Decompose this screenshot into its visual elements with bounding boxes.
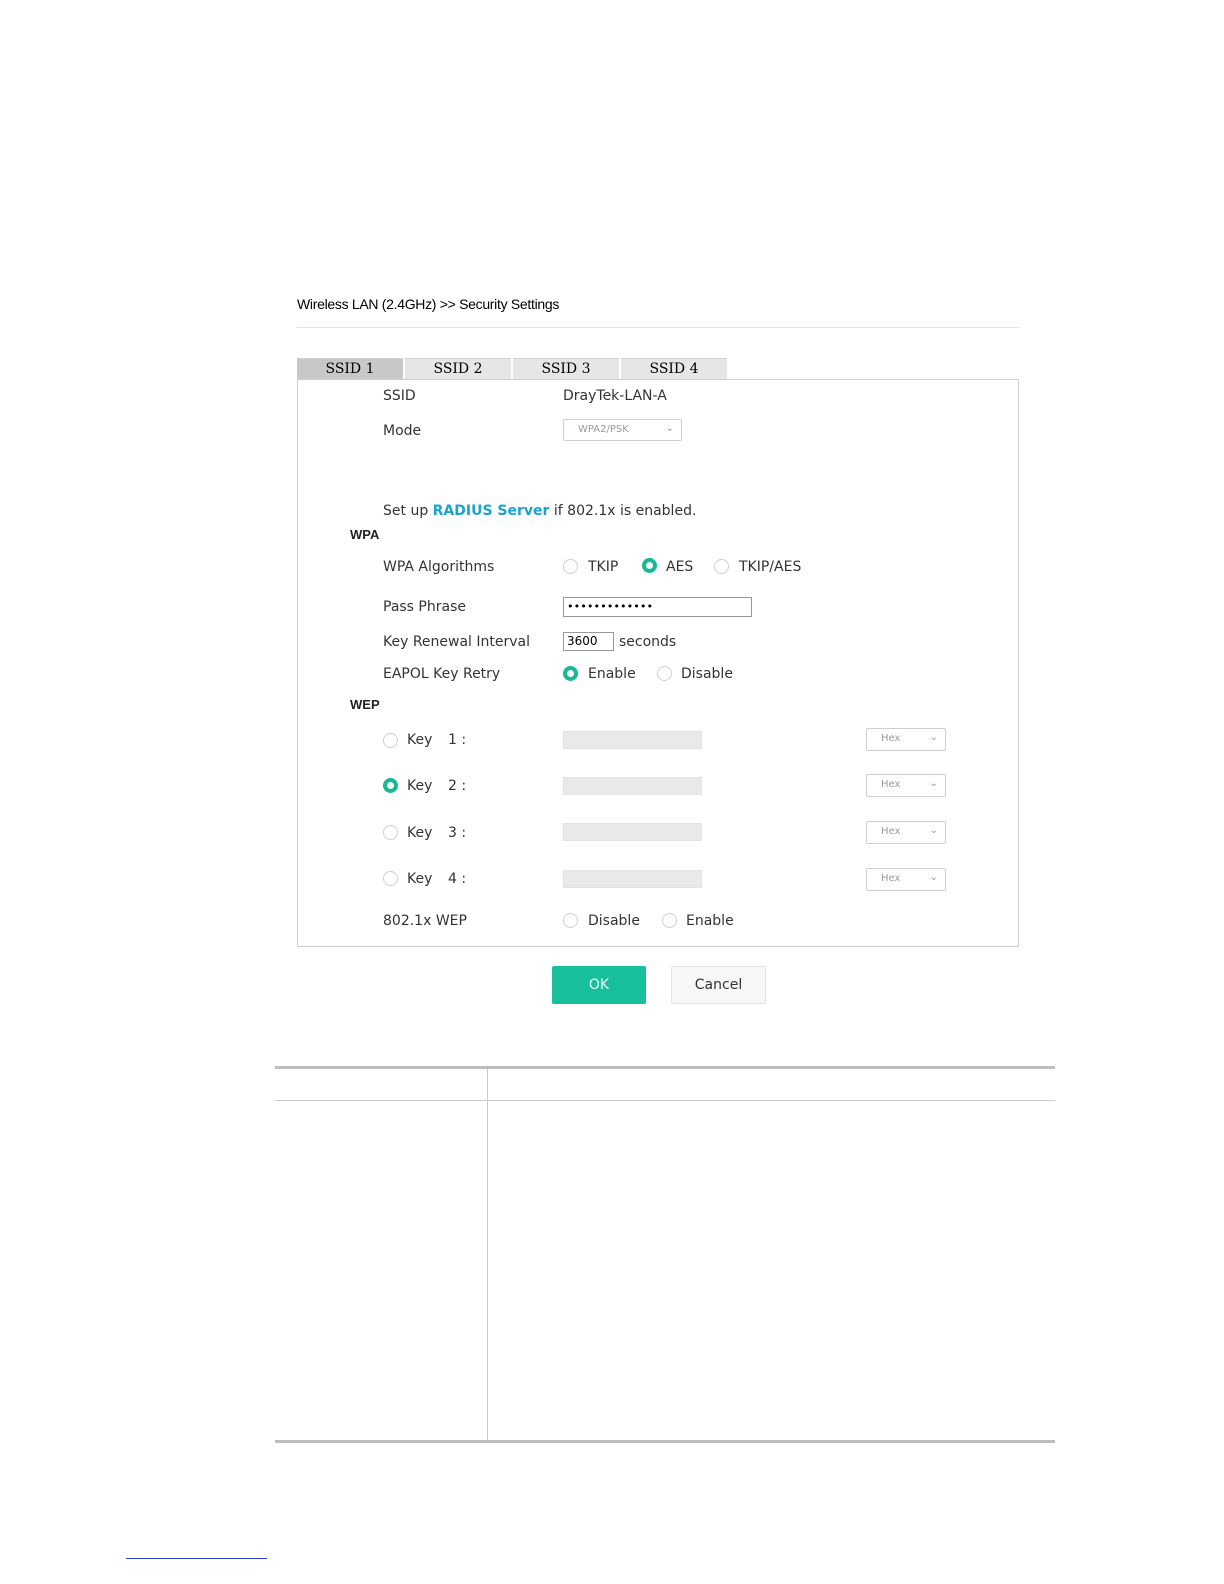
- eapol-enable-label: Enable: [588, 666, 636, 682]
- tab-ssid-4[interactable]: SSID 4: [621, 358, 727, 379]
- key-renewal-label: Key Renewal Interval: [383, 634, 531, 650]
- wep-key-1-label: Key: [407, 732, 433, 748]
- eapol-enable-radio[interactable]: [563, 666, 578, 681]
- chevron-down-icon: ⌄: [929, 778, 938, 789]
- aes-label: AES: [666, 559, 694, 575]
- wep-key-1-input[interactable]: [563, 731, 702, 749]
- wpa-algorithms-label: WPA Algorithms: [383, 559, 495, 575]
- eapol-label: EAPOL Key Retry: [383, 666, 501, 682]
- wep-key-1-format-value: Hex: [881, 733, 901, 744]
- wep-key-1-radio[interactable]: [383, 733, 398, 748]
- table-column-divider: [487, 1069, 488, 1441]
- aes-radio[interactable]: [642, 558, 657, 573]
- key-renewal-unit: seconds: [619, 634, 677, 650]
- tkip-label: TKIP: [588, 559, 619, 575]
- radius-note: Set up RADIUS Server if 802.1x is enable…: [383, 503, 696, 519]
- wep-8021x-disable-label: Disable: [588, 913, 640, 929]
- wep-key-4-label: Key: [407, 871, 433, 887]
- tab-ssid-3[interactable]: SSID 3: [513, 358, 619, 379]
- wep-key-3-format-value: Hex: [881, 826, 901, 837]
- wep-key-4-radio[interactable]: [383, 871, 398, 886]
- pass-phrase-input[interactable]: •••••••••••••: [563, 597, 752, 617]
- table-header-rule: [275, 1100, 1055, 1101]
- wep-key-4-input[interactable]: [563, 870, 702, 888]
- wep-key-2-format-value: Hex: [881, 779, 901, 790]
- wep-key-3-label: Key: [407, 825, 433, 841]
- eapol-disable-label: Disable: [681, 666, 733, 682]
- title-divider: [297, 327, 1019, 328]
- page-title: Wireless LAN (2.4GHz) >> Security Settin…: [297, 296, 560, 312]
- wep-key-2-format-select[interactable]: Hex ⌄: [866, 774, 946, 797]
- chevron-down-icon: ⌄: [929, 872, 938, 883]
- chevron-down-icon: ⌄: [665, 423, 674, 434]
- wep-8021x-label: 802.1x WEP: [383, 913, 467, 929]
- tab-ssid-1[interactable]: SSID 1: [297, 358, 403, 379]
- ssid-label: SSID: [383, 388, 416, 404]
- wep-key-4-index: 4 :: [448, 871, 467, 887]
- table-bottom-rule: [275, 1440, 1055, 1443]
- mode-label: Mode: [383, 423, 422, 439]
- wep-8021x-enable-label: Enable: [686, 913, 734, 929]
- tkip-aes-radio[interactable]: [714, 559, 729, 574]
- tkip-aes-label: TKIP/AES: [739, 559, 802, 575]
- footer-link-underline: [126, 1558, 267, 1559]
- settings-panel: [297, 379, 1019, 947]
- wep-key-1-index: 1 :: [448, 732, 467, 748]
- wep-8021x-disable-radio[interactable]: [563, 913, 578, 928]
- wep-key-3-input[interactable]: [563, 823, 702, 841]
- tkip-radio[interactable]: [563, 559, 578, 574]
- mode-select-value: WPA2/PSK: [578, 424, 629, 435]
- wep-key-3-index: 3 :: [448, 825, 467, 841]
- pass-phrase-label: Pass Phrase: [383, 599, 466, 615]
- wep-8021x-enable-radio[interactable]: [662, 913, 677, 928]
- mode-select[interactable]: WPA2/PSK ⌄: [563, 419, 682, 441]
- ok-button[interactable]: OK: [552, 966, 646, 1004]
- ssid-tabs: SSID 1 SSID 2 SSID 3 SSID 4: [297, 358, 729, 379]
- wep-key-4-format-select[interactable]: Hex ⌄: [866, 868, 946, 891]
- wep-key-2-radio[interactable]: [383, 778, 398, 793]
- cancel-button[interactable]: Cancel: [671, 966, 766, 1004]
- wep-key-2-input[interactable]: [563, 777, 702, 795]
- wep-key-3-radio[interactable]: [383, 825, 398, 840]
- radius-note-suffix: if 802.1x is enabled.: [553, 503, 697, 519]
- ssid-value: DrayTek-LAN-A: [563, 388, 667, 404]
- wep-key-2-index: 2 :: [448, 778, 467, 794]
- key-renewal-input[interactable]: 3600: [563, 632, 614, 651]
- wep-section-heading: WEP: [350, 697, 380, 712]
- eapol-disable-radio[interactable]: [657, 666, 672, 681]
- chevron-down-icon: ⌄: [929, 825, 938, 836]
- tab-ssid-2[interactable]: SSID 2: [405, 358, 511, 379]
- wep-key-2-label: Key: [407, 778, 433, 794]
- wpa-section-heading: WPA: [350, 527, 380, 542]
- wep-key-3-format-select[interactable]: Hex ⌄: [866, 821, 946, 844]
- table-top-rule: [275, 1066, 1055, 1069]
- chevron-down-icon: ⌄: [929, 732, 938, 743]
- radius-note-prefix: Set up: [383, 503, 429, 519]
- wep-key-1-format-select[interactable]: Hex ⌄: [866, 728, 946, 751]
- wep-key-4-format-value: Hex: [881, 873, 901, 884]
- radius-server-link[interactable]: RADIUS Server: [433, 503, 550, 519]
